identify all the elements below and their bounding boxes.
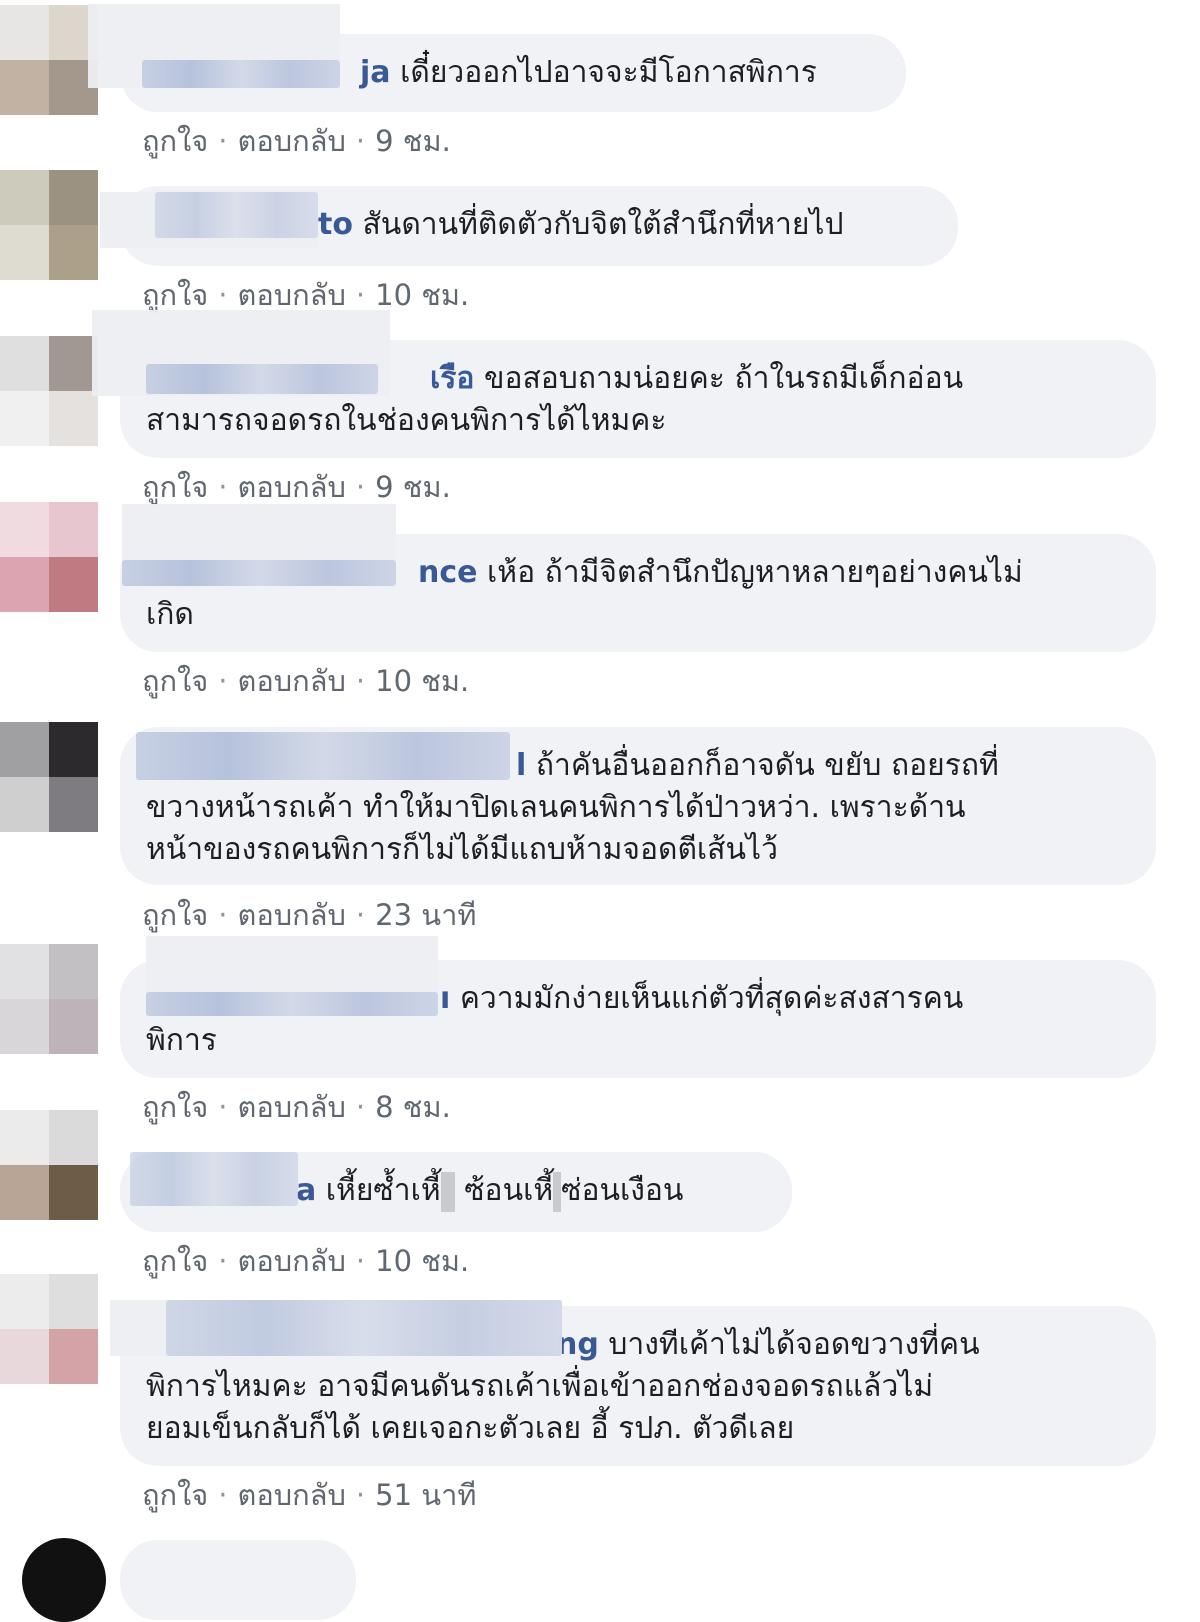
like-link[interactable]: ถูกใจ [142,1244,208,1278]
redacted-name [146,364,378,394]
avatar[interactable] [0,502,98,612]
comment-text: เดี๋ยวออกไปอาจจะมีโอกาสพิการ [400,55,817,90]
reply-link[interactable]: ตอบกลับ [238,1478,346,1512]
timestamp[interactable]: 9 ชม. [375,124,451,158]
redaction [146,936,438,992]
timestamp[interactable]: 10 ชม. [375,664,469,698]
avatar[interactable] [0,944,98,1054]
redaction-square [440,1171,455,1212]
commenter-name[interactable]: to [318,207,353,242]
redaction [122,504,396,560]
commenter-name[interactable]: เรือ [430,361,474,396]
like-link[interactable]: ถูกใจ [142,664,208,698]
reply-link[interactable]: ตอบกลับ [238,898,346,932]
redacted-name [166,1300,562,1356]
comment-text-line-3: ยอมเข็นกลับก็ได้ เคยเจอกะตัวเลย อี้ รปภ.… [146,1411,795,1446]
comment-text-line-2: ขวางหน้ารถเค้า ทำให้มาปิดเลนคนพิการได้ป่… [146,790,966,825]
comment-meta: ถูกใจ · ตอบกลับ · 10 ชม. [142,664,470,698]
timestamp[interactable]: 8 ชม. [375,1090,451,1124]
commenter-name[interactable]: ja [360,55,391,90]
comment-meta: ถูกใจ · ตอบกลับ · 51 นาที [142,1478,477,1512]
comment-text-line-2: สามารถจอดรถในช่องคนพิการได้ไหมคะ [146,403,667,438]
comment-text-line-2: พิการไหมคะ อาจมีคนดันรถเค้าเพื่อเข้าออกช… [146,1369,934,1404]
like-link[interactable]: ถูกใจ [142,1478,208,1512]
comment-meta: ถูกใจ · ตอบกลับ · 23 นาที [142,898,477,932]
avatar[interactable] [22,1538,106,1622]
timestamp[interactable]: 51 นาที [375,1478,476,1512]
timestamp[interactable]: 10 ชม. [375,278,469,312]
avatar[interactable] [0,5,98,115]
avatar[interactable] [0,336,98,446]
avatar[interactable] [0,722,98,832]
comment-bubble-partial [120,1540,356,1620]
timestamp[interactable]: 23 นาที [375,898,476,932]
reply-link[interactable]: ตอบกลับ [238,470,346,504]
commenter-name[interactable]: l [516,748,526,783]
commenter-name[interactable]: nce [418,555,478,590]
redaction-square [553,1171,562,1212]
like-link[interactable]: ถูกใจ [142,278,208,312]
comment-meta: ถูกใจ · ตอบกลับ · 10 ชม. [142,1244,470,1278]
avatar[interactable] [0,1274,98,1384]
redacted-name [146,992,438,1016]
reply-link[interactable]: ตอบกลับ [238,124,346,158]
comment-text-line-2: พิการ [146,1023,217,1058]
like-link[interactable]: ถูกใจ [142,470,208,504]
comment-text: สันดานที่ติดตัวกับจิตใต้สำนึกที่หายไป [362,207,844,242]
comment-text: บางทีเค้าไม่ได้จอดขวางที่คน [608,1327,980,1362]
like-link[interactable]: ถูกใจ [142,1090,208,1124]
commenter-name[interactable]: ı [440,981,450,1016]
avatar[interactable] [0,170,98,280]
redacted-name [155,192,318,238]
redacted-name [142,60,340,88]
comment-text-b: ซ้อนเหี้ [464,1173,554,1208]
comment-text-a: เหี้ยซ้ำเหี้ [325,1173,441,1208]
reply-link[interactable]: ตอบกลับ [238,278,346,312]
comment-text: ถ้าคันอื่นออกก็อาจดัน ขยับ ถอยรถที่ [535,748,999,783]
like-link[interactable]: ถูกใจ [142,124,208,158]
comment-text-c: ซ่อนเงือน [561,1173,684,1208]
reply-link[interactable]: ตอบกลับ [238,664,346,698]
comment-text: ขอสอบถามน่อยคะ ถ้าในรถมีเด็กอ่อน [483,361,964,396]
timestamp[interactable]: 9 ชม. [375,470,451,504]
comment-text: เห้อ ถ้ามีจิตสำนึกปัญหาหลายๆอย่างคนไม่ [487,555,1023,590]
timestamp[interactable]: 10 ชม. [375,1244,469,1278]
like-link[interactable]: ถูกใจ [142,898,208,932]
reply-link[interactable]: ตอบกลับ [238,1244,346,1278]
reply-link[interactable]: ตอบกลับ [238,1090,346,1124]
comment-text-line-3: หน้าของรถคนพิการก็ไม่ได้มีแถบห้ามจอดตีเส… [146,832,778,867]
commenter-name[interactable]: ng [556,1327,599,1362]
avatar[interactable] [0,1110,98,1220]
commenter-name[interactable]: a [296,1173,316,1208]
comment-text: ความมักง่ายเห็นแก่ตัวที่สุดค่ะสงสารคน [459,981,964,1016]
redacted-name [136,732,510,780]
redacted-name [130,1152,298,1206]
comment-meta: ถูกใจ · ตอบกลับ · 9 ชม. [142,124,451,158]
redacted-name [122,560,396,586]
comment-text-line-2: เกิด [146,597,194,632]
comment-meta: ถูกใจ · ตอบกลับ · 8 ชม. [142,1090,451,1124]
